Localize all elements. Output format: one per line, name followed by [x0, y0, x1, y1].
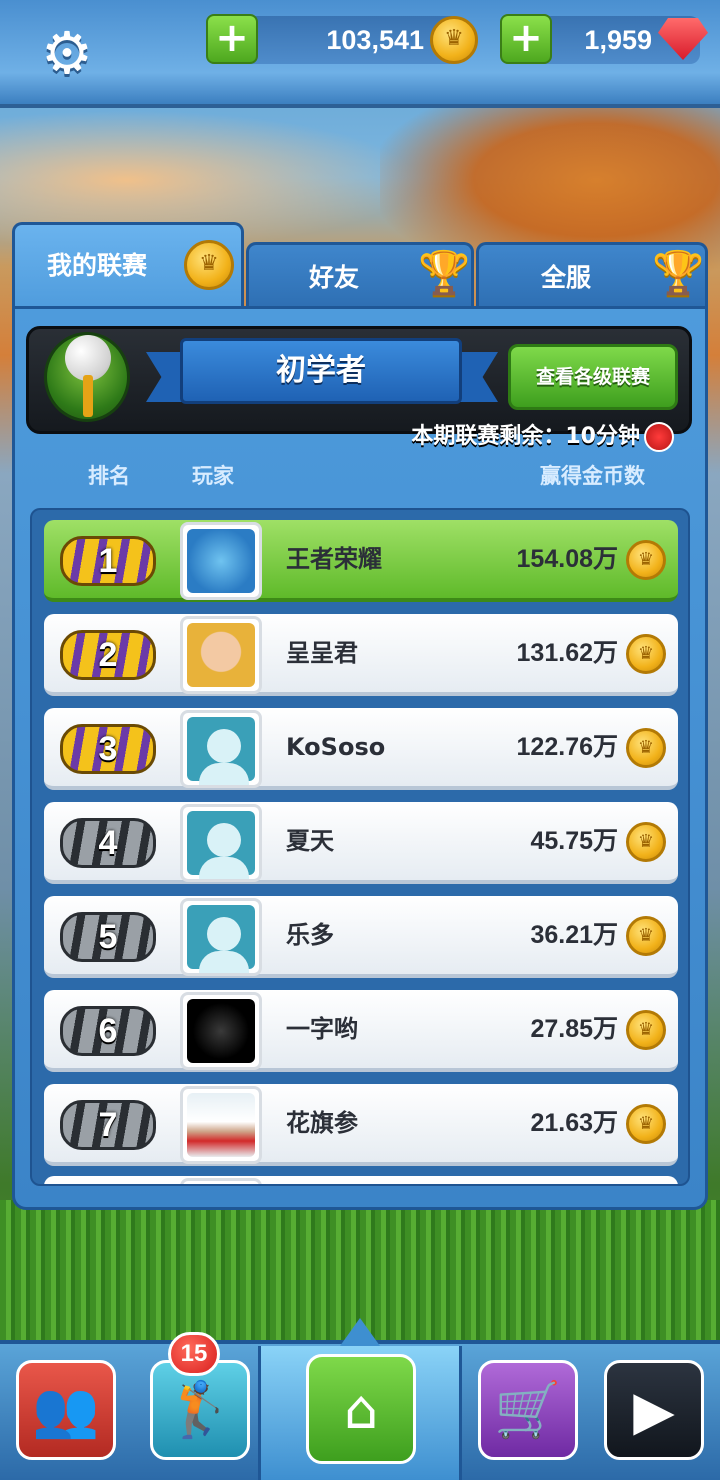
teams-icon[interactable]: 👥 — [16, 1360, 116, 1460]
player-score: 154.08万 — [516, 545, 618, 573]
list-item[interactable]: 3 KoSoso 122.76万 ♛ — [44, 708, 678, 790]
player-name: 一字哟 — [286, 1015, 358, 1043]
person-icon — [207, 917, 241, 951]
player-score: 36.21万 — [530, 921, 618, 949]
player-name: 呈呈君 — [286, 639, 358, 667]
list-item[interactable]: 7 花旗参 21.63万 ♛ — [44, 1084, 678, 1166]
notification-badge: 15 — [168, 1332, 220, 1376]
list-item[interactable]: 5 乐多 36.21万 ♛ — [44, 896, 678, 978]
player-name: 乐多 — [286, 921, 334, 949]
club-crest-avatar — [187, 529, 255, 593]
tab-label: 我的联赛 — [47, 251, 148, 280]
timer-icon — [644, 422, 674, 452]
person-icon-body — [199, 763, 249, 785]
gem-balance: 1,959 — [584, 25, 652, 55]
add-coins-button[interactable]: + — [206, 14, 258, 64]
list-item[interactable]: 1 王者荣耀 154.08万 ♛ — [44, 520, 678, 602]
crown-coin-icon: ♛ — [430, 16, 478, 64]
photo-avatar — [187, 623, 255, 687]
player-name: KoSoso — [286, 733, 386, 761]
trophy-icon: 🏆 — [652, 248, 705, 297]
person-icon-body — [199, 951, 249, 973]
rank-badge: 2 — [60, 630, 156, 680]
rank-badge: 1 — [60, 536, 156, 586]
player-name: 夏天 — [286, 827, 334, 855]
crown-coin-icon: ♛ — [626, 916, 666, 956]
person-icon — [207, 823, 241, 857]
avatar[interactable] — [180, 616, 262, 694]
view-leagues-button[interactable]: 查看各级联赛 — [508, 344, 678, 410]
rank-badge: 3 — [60, 724, 156, 774]
rank-badge: 7 — [60, 1100, 156, 1150]
coin-balance: 103,541 — [326, 25, 424, 55]
league-tier-title: 初学者 — [180, 338, 462, 404]
photo-avatar — [187, 999, 255, 1063]
golf-tee — [83, 375, 93, 417]
column-header-player: 玩家 — [192, 464, 234, 488]
list-item[interactable]: 4 夏天 45.75万 ♛ — [44, 802, 678, 884]
trophy-icon: 🏆 — [418, 248, 471, 297]
crown-coin-icon: ♛ — [626, 634, 666, 674]
avatar[interactable] — [180, 1086, 262, 1164]
list-item[interactable]: 2 呈呈君 131.62万 ♛ — [44, 614, 678, 696]
avatar[interactable] — [180, 522, 262, 600]
league-countdown: 本期联赛剩余：10分钟 — [411, 424, 640, 449]
tab-label: 好友 — [309, 263, 360, 292]
crown-coin-icon: ♛ — [184, 240, 234, 290]
tab-label: 全服 — [541, 263, 592, 292]
default-avatar — [187, 717, 255, 785]
default-avatar — [187, 811, 255, 879]
shop-cart-icon[interactable]: 🛒 — [478, 1360, 578, 1460]
avatar[interactable] — [180, 1178, 262, 1186]
column-header-rank: 排名 — [88, 464, 130, 488]
add-gems-button[interactable]: + — [500, 14, 552, 64]
rank-badge: 6 — [60, 1006, 156, 1056]
avatar[interactable] — [180, 804, 262, 882]
person-icon-body — [199, 857, 249, 879]
player-score: 45.75万 — [530, 827, 618, 855]
rank-badge: 5 — [60, 912, 156, 962]
player-name: 王者荣耀 — [286, 545, 382, 573]
default-avatar — [187, 905, 255, 973]
gear-icon[interactable]: ⚙ — [36, 19, 98, 87]
list-item[interactable] — [44, 1176, 678, 1186]
leaderboard-list[interactable]: 1 王者荣耀 154.08万 ♛ 2 呈呈君 131.62万 ♛ 3 KoSos… — [30, 508, 690, 1186]
player-score: 122.76万 — [516, 733, 618, 761]
avatar[interactable] — [180, 710, 262, 788]
player-name: 花旗参 — [286, 1109, 358, 1137]
avatar[interactable] — [180, 898, 262, 976]
crown-coin-icon: ♛ — [626, 728, 666, 768]
person-icon — [207, 729, 241, 763]
crown-coin-icon: ♛ — [626, 540, 666, 580]
rank-badge: 4 — [60, 818, 156, 868]
golf-ball-icon — [44, 332, 130, 422]
player-score: 21.63万 — [530, 1109, 618, 1137]
photo-avatar — [187, 1093, 255, 1157]
column-header-coins: 赢得金币数 — [540, 464, 645, 488]
home-icon[interactable]: ⌂ — [306, 1354, 416, 1464]
list-item[interactable]: 6 一字哟 27.85万 ♛ — [44, 990, 678, 1072]
crown-coin-icon: ♛ — [626, 1104, 666, 1144]
avatar[interactable] — [180, 992, 262, 1070]
video-replay-icon[interactable]: ▶ — [604, 1360, 704, 1460]
default-avatar — [187, 1185, 255, 1186]
player-score: 27.85万 — [530, 1015, 618, 1043]
player-score: 131.62万 — [516, 639, 618, 667]
crown-coin-icon: ♛ — [626, 822, 666, 862]
crown-coin-icon: ♛ — [626, 1010, 666, 1050]
